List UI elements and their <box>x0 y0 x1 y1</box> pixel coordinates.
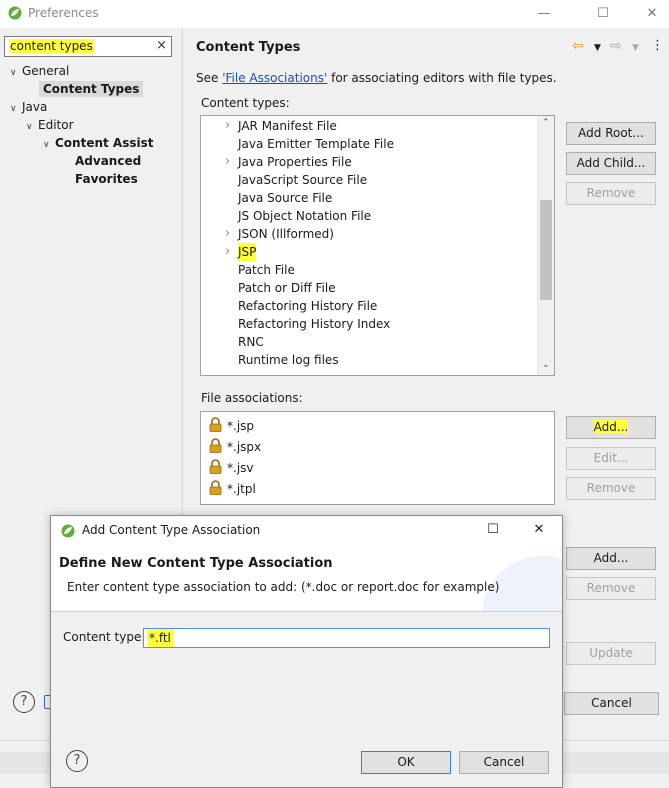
file-association-label: *.jsp <box>227 419 255 433</box>
help-icon[interactable]: ? <box>13 691 35 713</box>
ok-button[interactable]: OK <box>361 751 451 774</box>
file-association-row[interactable]: *.jtpl <box>209 478 256 496</box>
file-associations-link[interactable]: 'File Associations' <box>222 71 327 85</box>
file-association-row[interactable]: *.jspx <box>209 436 261 454</box>
file-association-label: *.jtpl <box>227 482 256 496</box>
forward-dropdown-icon[interactable]: ▼ <box>632 43 639 53</box>
scroll-up-icon[interactable]: ⌃ <box>542 118 550 128</box>
chevron-right-icon[interactable]: › <box>225 243 235 261</box>
content-types-scrollbar[interactable]: ⌃ ⌄ <box>537 116 554 375</box>
chevron-right-icon[interactable]: › <box>225 153 235 171</box>
file-associations-hint: See 'File Associations' for associating … <box>196 71 557 85</box>
chevron-down-icon[interactable]: ∨ <box>10 100 22 118</box>
tree-item-general[interactable]: ∨ General <box>10 62 154 80</box>
content-type-input[interactable]: *.ftl <box>143 628 550 648</box>
preferences-tree: ∨ General Content Types ∨ Java ∨ Editor ∨ Co… <box>10 62 154 188</box>
clear-filter-icon[interactable]: × <box>156 38 167 53</box>
dialog-heading: Define New Content Type Association <box>59 556 333 571</box>
dialog-header: Define New Content Type Association Ente… <box>51 546 562 612</box>
add-root-button[interactable]: Add Root... <box>566 122 656 145</box>
scroll-thumb[interactable] <box>540 200 552 300</box>
content-type-label: JAR Manifest File <box>238 119 337 133</box>
file-association-row[interactable]: *.jsp <box>209 415 254 433</box>
back-arrow-icon[interactable]: ⇦ <box>572 38 584 54</box>
lock-icon <box>209 417 222 432</box>
dialog-title: Add Content Type Association <box>82 523 261 537</box>
update-button[interactable]: Update <box>566 642 656 665</box>
spring-leaf-icon <box>61 524 75 538</box>
lock-icon <box>209 438 222 453</box>
file-association-label: *.jspx <box>227 440 262 454</box>
close-window-button[interactable]: ✕ <box>641 4 663 24</box>
dialog-close-button[interactable]: ✕ <box>528 520 550 540</box>
chevron-right-icon[interactable]: › <box>225 225 235 243</box>
file-associations-list[interactable]: *.jsp *.jspx *.jsv *.jtpl <box>200 411 555 505</box>
dialog-cancel-button[interactable]: Cancel <box>459 751 549 774</box>
add-child-button[interactable]: Add Child... <box>566 152 656 175</box>
tree-item-content-assist[interactable]: ∨ Content Assist <box>43 134 154 152</box>
chevron-right-icon[interactable]: › <box>225 117 235 135</box>
remove-file-association-button[interactable]: Remove <box>566 477 656 500</box>
content-type-label: Java Emitter Template File <box>238 137 394 151</box>
remove-encoding-button[interactable]: Remove <box>566 577 656 600</box>
dialog-titlebar: Add Content Type Association ☐ ✕ <box>51 516 562 546</box>
minimize-button[interactable]: — <box>533 4 555 24</box>
back-dropdown-icon[interactable]: ▼ <box>594 43 601 53</box>
content-type-label: JavaScript Source File <box>238 173 368 187</box>
spring-leaf-icon <box>8 6 22 20</box>
content-type-label: Content type: <box>63 630 146 644</box>
content-type-label: Java Properties File <box>238 155 352 169</box>
content-type-label: JSP <box>238 243 257 261</box>
file-association-label: *.jsv <box>227 461 254 475</box>
chevron-down-icon[interactable]: ∨ <box>43 136 55 154</box>
chevron-down-icon[interactable]: ∨ <box>10 64 22 82</box>
chevron-down-icon[interactable]: ∨ <box>26 118 38 136</box>
tree-item-content-types[interactable]: Content Types <box>39 80 154 98</box>
content-type-label: Patch or Diff File <box>238 281 336 295</box>
content-type-label: RNC <box>238 335 264 349</box>
preferences-titlebar: Preferences — ☐ ✕ <box>0 0 669 28</box>
add-encoding-button[interactable]: Add... <box>566 547 656 570</box>
dialog-description: Enter content type association to add: (… <box>67 580 500 594</box>
window-title: Preferences <box>28 6 99 20</box>
content-type-label: Patch File <box>238 263 295 277</box>
page-title: Content Types <box>196 40 301 55</box>
dialog-help-icon[interactable]: ? <box>66 750 88 772</box>
content-types-label: Content types: <box>201 96 290 110</box>
content-type-label: Java Source File <box>238 191 333 205</box>
content-type-label: Runtime log files <box>238 353 339 367</box>
lock-icon <box>209 459 222 474</box>
dialog-maximize-button[interactable]: ☐ <box>482 520 504 540</box>
content-type-label: JSON (Illformed) <box>238 227 334 241</box>
tree-item-advanced[interactable]: Advanced <box>75 152 154 170</box>
scroll-down-icon[interactable]: ⌄ <box>542 360 550 370</box>
filter-value: content types <box>9 39 94 53</box>
content-type-label: Refactoring History File <box>238 299 378 313</box>
tree-item-favorites[interactable]: Favorites <box>75 170 154 188</box>
tree-item-java[interactable]: ∨ Java <box>10 98 154 116</box>
edit-file-association-button[interactable]: Edit... <box>566 447 656 470</box>
file-associations-label: File associations: <box>201 391 303 405</box>
lock-icon <box>209 480 222 495</box>
content-types-tree[interactable]: › JAR Manifest File Java Emitter Template … <box>200 115 555 376</box>
file-association-row[interactable]: *.jsv <box>209 457 254 475</box>
tree-item-editor[interactable]: ∨ Editor <box>26 116 154 134</box>
add-file-association-button[interactable]: Add... <box>566 416 656 439</box>
view-menu-icon[interactable]: ⋮ <box>651 38 664 53</box>
remove-content-type-button[interactable]: Remove <box>566 182 656 205</box>
content-type-value: *.ftl <box>147 629 173 647</box>
filter-input[interactable]: content types × <box>4 36 172 57</box>
add-content-type-association-dialog: Add Content Type Association ☐ ✕ Define … <box>50 515 563 788</box>
content-type-label: Refactoring History Index <box>238 317 391 331</box>
content-type-label: JS Object Notation File <box>238 209 372 223</box>
maximize-button[interactable]: ☐ <box>592 4 614 24</box>
preferences-cancel-button[interactable]: Cancel <box>564 692 659 715</box>
forward-arrow-icon[interactable]: ⇨ <box>610 38 622 54</box>
